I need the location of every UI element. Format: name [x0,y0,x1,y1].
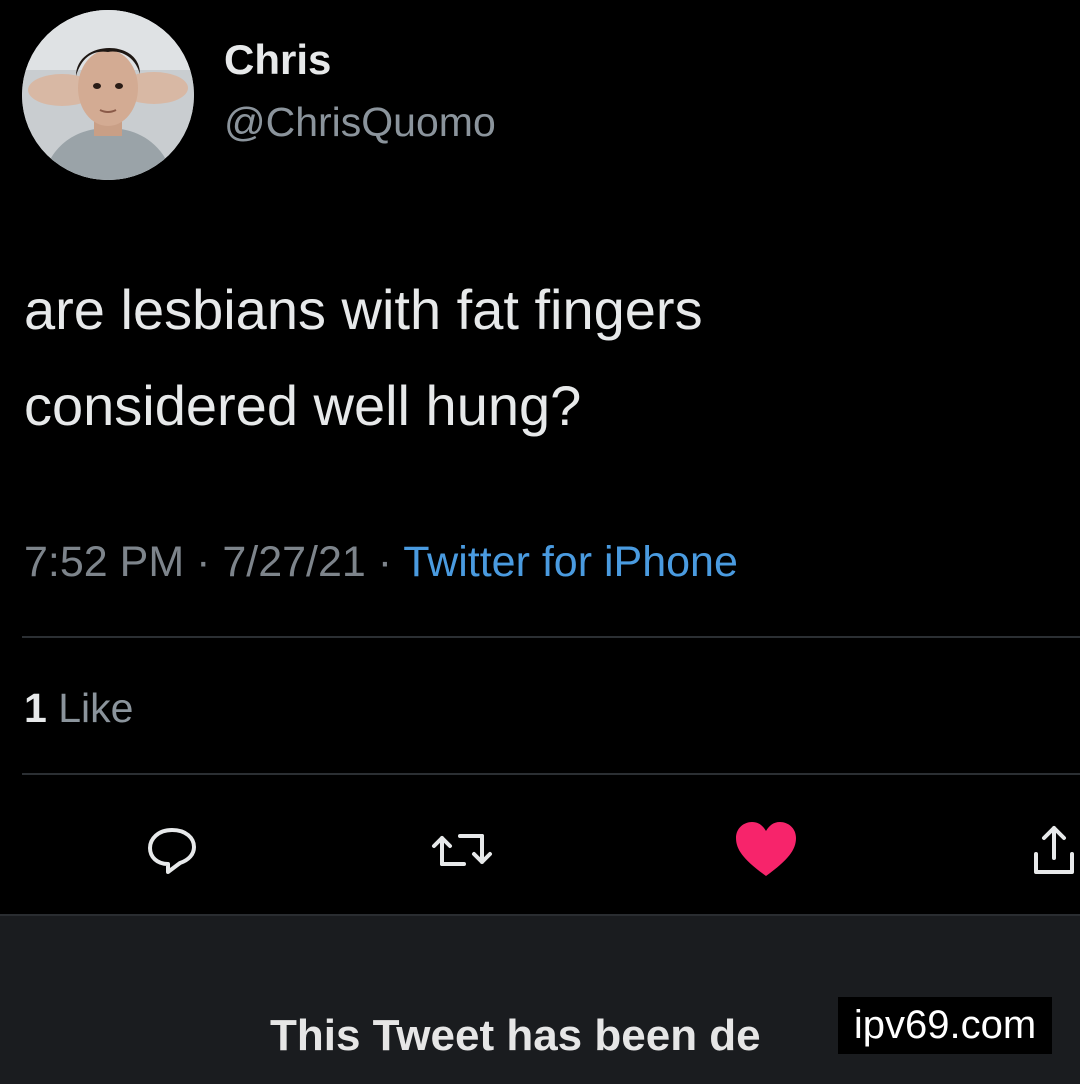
likes-summary[interactable]: 1 Like [24,684,133,732]
deleted-tweet-notice: This Tweet has been de [270,1011,761,1060]
reply-icon [148,828,196,874]
tweet-metadata: 7:52 PM · 7/27/21 · Twitter for iPhone [24,536,738,588]
divider [22,773,1080,775]
user-handle[interactable]: @ChrisQuomo [224,98,496,146]
avatar[interactable] [22,10,194,180]
tweet-source-link[interactable]: Twitter for iPhone [403,538,738,586]
share-button[interactable] [1022,818,1080,882]
display-name[interactable]: Chris [224,36,331,84]
like-button[interactable] [734,818,798,882]
watermark: ipv69.com [838,997,1052,1054]
tweet-text: are lesbians with fat fingers considered… [24,262,1054,454]
meta-separator: · [365,538,404,586]
share-icon [1034,826,1074,874]
divider [22,636,1080,638]
heart-icon [736,822,796,876]
reply-button[interactable] [140,818,204,882]
tweet-date[interactable]: 7/27/21 [222,538,365,586]
tweet-time: 7:52 PM [24,538,185,586]
retweet-icon [432,834,492,866]
like-count: 1 [24,685,47,731]
tweet-text-line-1: are lesbians with fat fingers [24,278,703,341]
tweet-text-line-2: considered well hung? [24,374,582,437]
like-label: Like [46,685,134,731]
retweet-button[interactable] [430,818,494,882]
meta-separator: · [184,538,223,586]
